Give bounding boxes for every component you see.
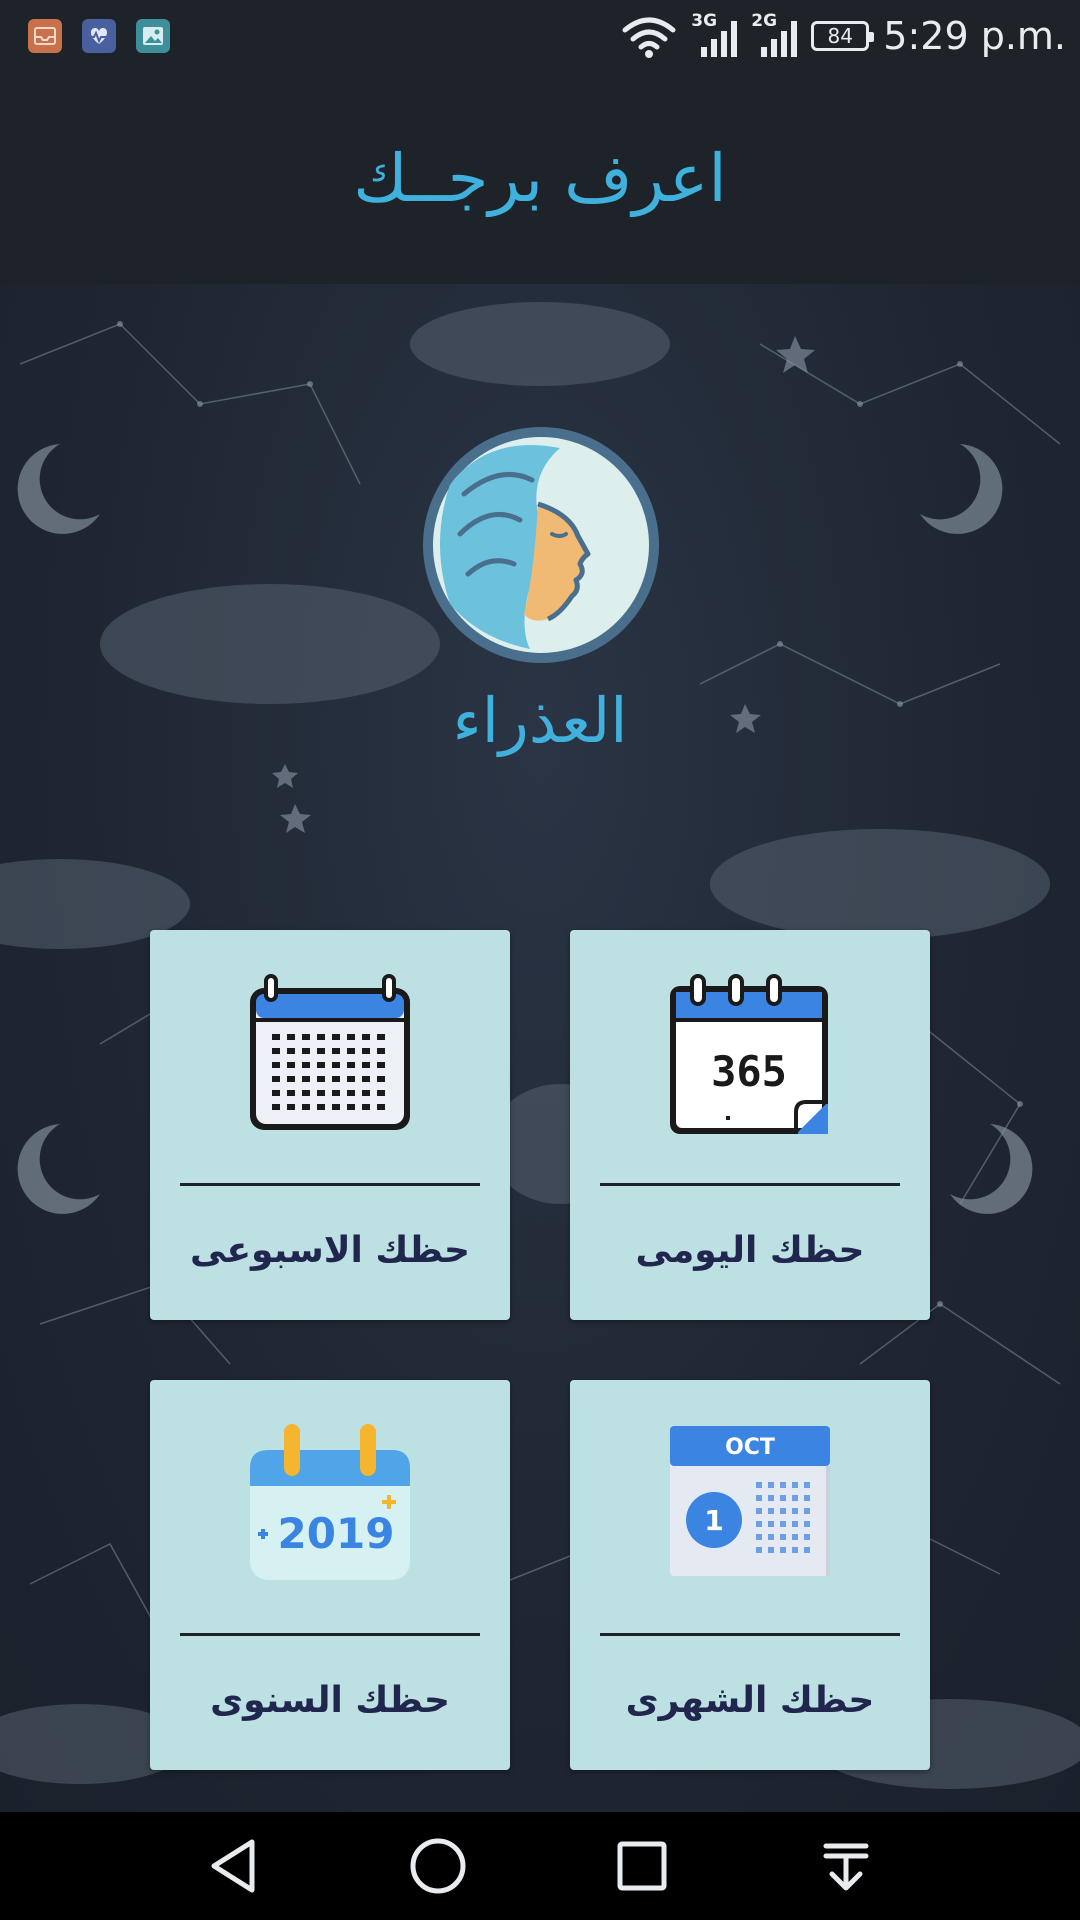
navigation-bar (0, 1812, 1080, 1920)
sign-name: العذراء (452, 684, 628, 757)
calendar-365-text: 365 (711, 1047, 787, 1096)
health-icon (82, 19, 116, 53)
gallery-icon (136, 19, 170, 53)
main-content: العذراء 365 حظك اليومى حظك الاسبوعى OCT … (0, 284, 1080, 1812)
recents-icon[interactable] (612, 1836, 672, 1896)
card-divider (600, 1633, 900, 1636)
daily-horoscope-card[interactable]: 365 حظك اليومى (570, 930, 930, 1320)
yearly-horoscope-card[interactable]: 2019 حظك السنوى (150, 1380, 510, 1770)
monthly-horoscope-card[interactable]: OCT 1 حظك الشهرى (570, 1380, 930, 1770)
calendar-grid-icon (250, 974, 410, 1130)
yearly-horoscope-label: حظك السنوى (210, 1680, 450, 1721)
calendar-365-icon: 365 (670, 974, 828, 1134)
calendar-year-text: 2019 (278, 1509, 395, 1558)
notification-pulldown-icon[interactable] (816, 1836, 876, 1896)
monthly-horoscope-label: حظك الشهرى (625, 1680, 875, 1721)
weekly-horoscope-card[interactable]: حظك الاسبوعى (150, 930, 510, 1320)
card-divider (600, 1183, 900, 1186)
signal-2g-icon: 2G (751, 11, 798, 59)
calendar-day-text: 1 (704, 1504, 723, 1537)
calendar-month-text: OCT (725, 1435, 775, 1460)
card-divider (180, 1633, 480, 1636)
app-title: اعرف برجــك (353, 139, 727, 217)
home-icon[interactable] (408, 1836, 468, 1896)
virgo-woman-icon (423, 427, 659, 663)
daily-horoscope-label: حظك اليومى (635, 1230, 865, 1271)
calendar-month-icon: OCT 1 (670, 1426, 830, 1576)
battery-level: 84 (827, 24, 853, 48)
status-bar: 3G 2G 84 5:29 p.m. (0, 0, 1080, 72)
weekly-horoscope-label: حظك الاسبوعى (190, 1230, 470, 1271)
back-icon[interactable] (204, 1836, 264, 1896)
inbox-icon (28, 19, 62, 53)
calendar-year-icon: 2019 (250, 1424, 410, 1580)
signal-3g-icon: 3G (691, 11, 738, 59)
battery-indicator: 84 (811, 21, 875, 51)
card-divider (180, 1183, 480, 1186)
app-bar: اعرف برجــك (0, 72, 1080, 284)
wifi-icon (622, 17, 676, 58)
clock: 5:29 p.m. (883, 14, 1066, 58)
